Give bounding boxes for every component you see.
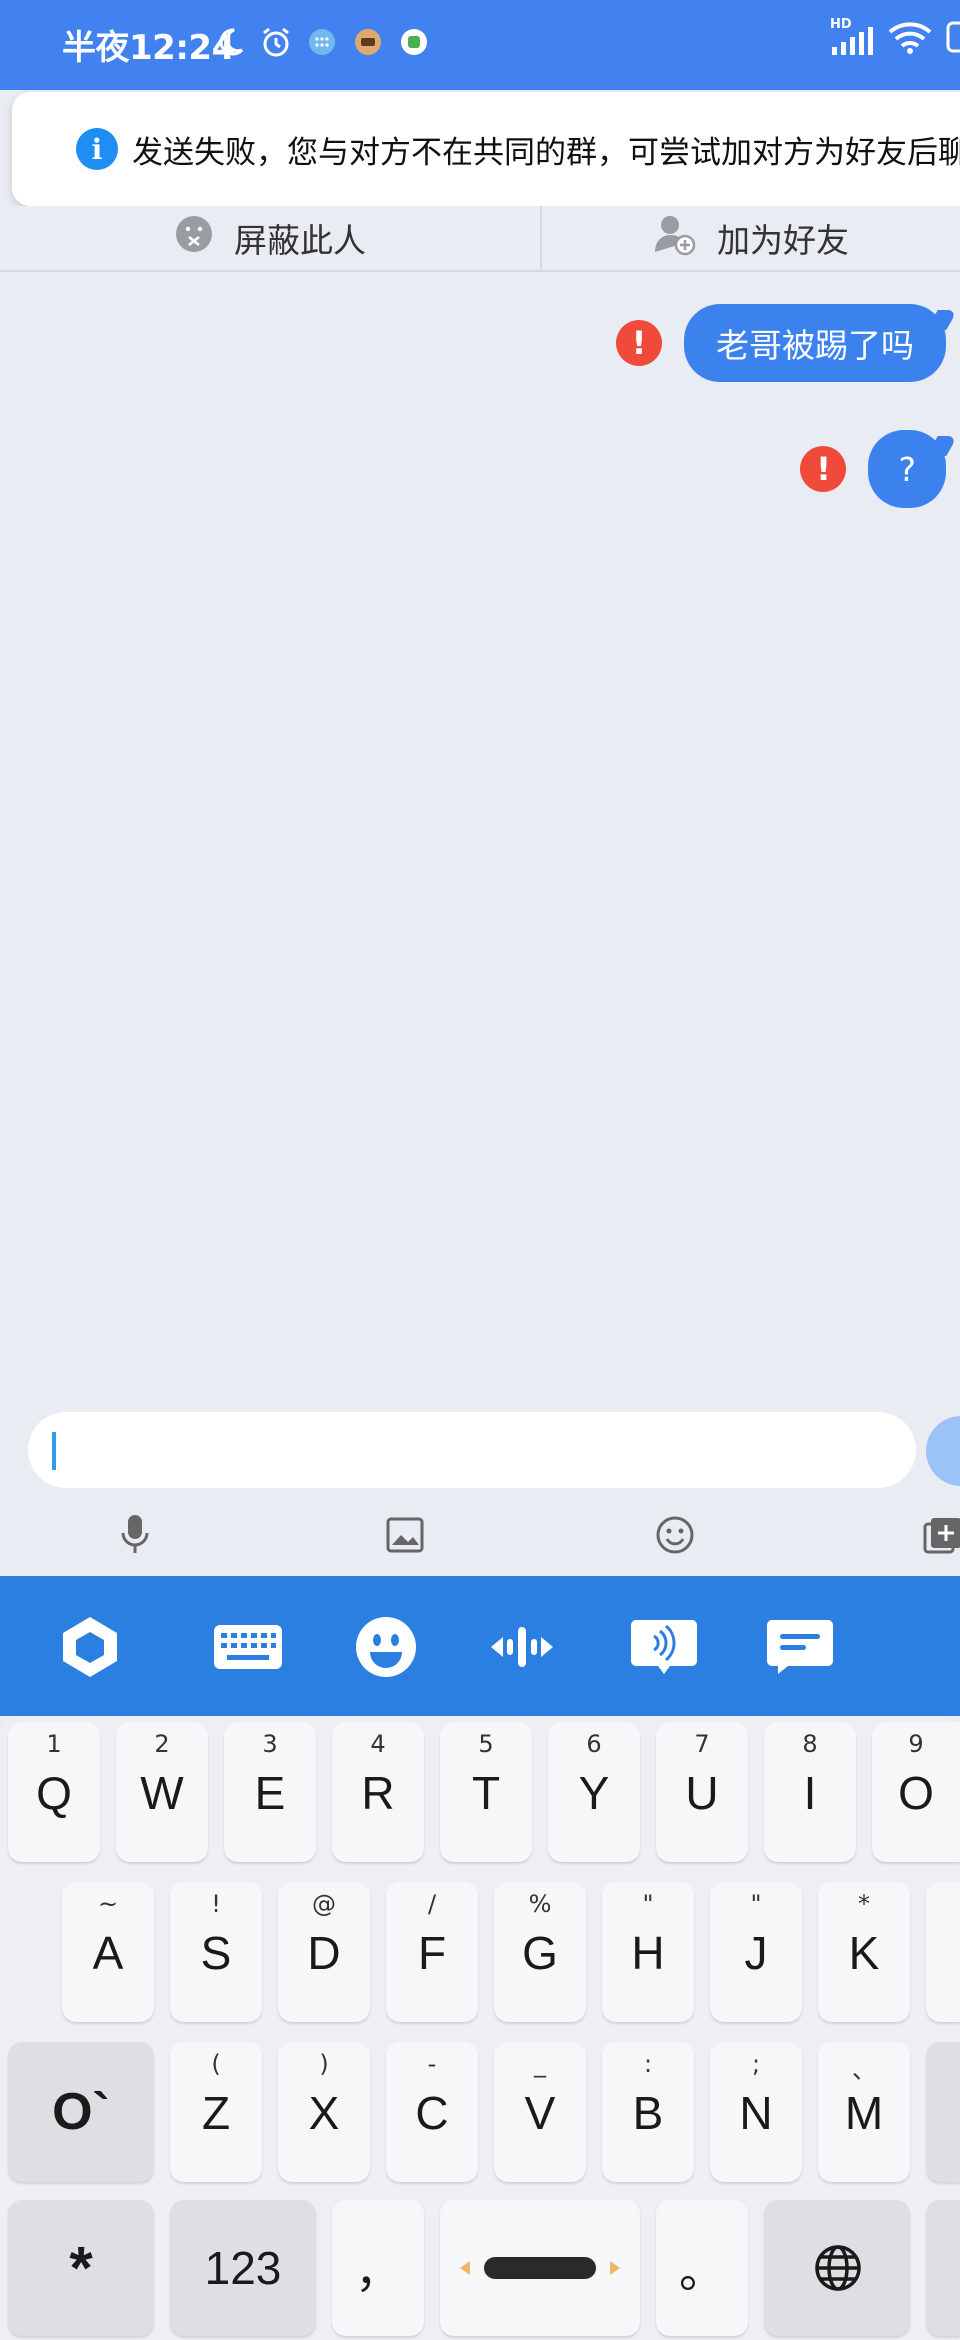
globe-icon [815,2245,861,2291]
key-d[interactable]: @ D [278,1882,370,2022]
emoji-icon[interactable] [350,1614,422,1680]
stranger-action-bar: 屏蔽此人 加为好友 [0,206,960,272]
mic-icon[interactable] [110,1510,160,1560]
key-z[interactable]: (Z [170,2042,262,2182]
key-s[interactable]: ! S [170,1882,262,2022]
add-friend-button[interactable]: 加为好友 [540,206,960,270]
emoji-icon[interactable] [650,1510,700,1560]
send-failed-icon[interactable]: ! [800,446,847,492]
keyboard-icon[interactable] [212,1614,284,1680]
keyboard-toolbar [0,1576,960,1716]
key-m[interactable]: 、 M [818,2042,910,2182]
key-space[interactable] [440,2200,640,2336]
notice-text: 发送失败，您与对方不在共同的群，可尝试加对方为好友后聊 [132,134,960,171]
voice-input-icon[interactable] [628,1614,700,1680]
key-j[interactable]: " J [710,1882,802,2022]
key-backspace[interactable] [926,2042,960,2182]
key-t[interactable]: 5T [440,1722,532,1862]
key-b[interactable]: :B [602,2042,694,2182]
key-h[interactable]: " H [602,1882,694,2022]
image-icon[interactable] [380,1510,430,1560]
key-y[interactable]: 6Y [548,1722,640,1862]
key-symbol[interactable]: * [8,2200,154,2336]
chat-screen: 半夜12:24 HD i 发送失败，您与对方不在共同的群，可尝试加对方为好友后聊… [0,0,960,2340]
input-toolbar [0,1500,960,1570]
moon-icon [212,24,248,60]
block-user-label: 屏蔽此人 [234,221,366,260]
key-r[interactable]: 4R [332,1722,424,1862]
add-friend-label: 加为好友 [717,221,849,260]
space-bar-icon [460,2257,620,2279]
clipboard-icon[interactable] [764,1614,836,1680]
app-notification-icon-3 [396,24,432,60]
send-failed-notice: i 发送失败，您与对方不在共同的群，可尝试加对方为好友后聊 [12,92,960,206]
key-i[interactable]: 8I [764,1722,856,1862]
app-notification-icon [304,24,340,60]
block-icon [174,214,214,262]
battery-icon [946,20,960,58]
key-language[interactable] [764,2200,910,2336]
send-button[interactable] [926,1416,960,1486]
status-icons-left [212,24,432,60]
key-comma[interactable]: ， [332,2200,424,2336]
message-input[interactable] [28,1412,916,1488]
key-g[interactable]: % G [494,1882,586,2022]
message-row: ! 老哥被踢了吗 [616,304,946,382]
status-time: 半夜12:24 [62,28,235,68]
key-a[interactable]: ~ A [62,1882,154,2022]
cursor-move-icon[interactable] [486,1614,558,1680]
hd-signal-icon: HD [830,17,874,57]
key-n[interactable]: ; N [710,2042,802,2182]
info-icon: i [76,128,118,170]
status-icons-right: HD [830,17,960,58]
key-q[interactable]: 1Q [8,1722,100,1862]
key-o[interactable]: 9O [872,1722,960,1862]
key-k[interactable]: * K [818,1882,910,2022]
more-icon[interactable] [918,1510,960,1560]
key-l[interactable] [926,1882,960,2022]
send-failed-icon[interactable]: ! [616,320,662,366]
app-notification-icon-2 [350,24,386,60]
text-cursor [52,1432,56,1470]
block-user-button[interactable]: 屏蔽此人 [0,206,540,270]
key-w[interactable]: 2W [116,1722,208,1862]
keyboard-logo-icon[interactable] [54,1614,126,1680]
key-enter[interactable] [926,2200,960,2336]
wifi-icon [888,20,932,58]
key-period[interactable]: 。 [656,2200,748,2336]
key-shift[interactable]: O` [8,2042,154,2182]
status-bar: 半夜12:24 HD [0,0,960,90]
key-x[interactable]: ) X [278,2042,370,2182]
message-bubble[interactable]: 老哥被踢了吗 [684,304,946,382]
key-f[interactable]: / F [386,1882,478,2022]
add-friend-icon [653,212,697,264]
soft-keyboard: 1Q 2W 3E 4R 5T 6Y 7U 8I 9O ~ A ! S @ D / F %… [0,1716,960,2340]
message-bubble[interactable]: ? [868,430,946,508]
message-row: ! ? [800,430,946,508]
key-u[interactable]: 7U [656,1722,748,1862]
key-v[interactable]: _ V [494,2042,586,2182]
key-numbers[interactable]: 123 [170,2200,316,2336]
key-e[interactable]: 3E [224,1722,316,1862]
alarm-icon [258,24,294,60]
key-c[interactable]: -C [386,2042,478,2182]
